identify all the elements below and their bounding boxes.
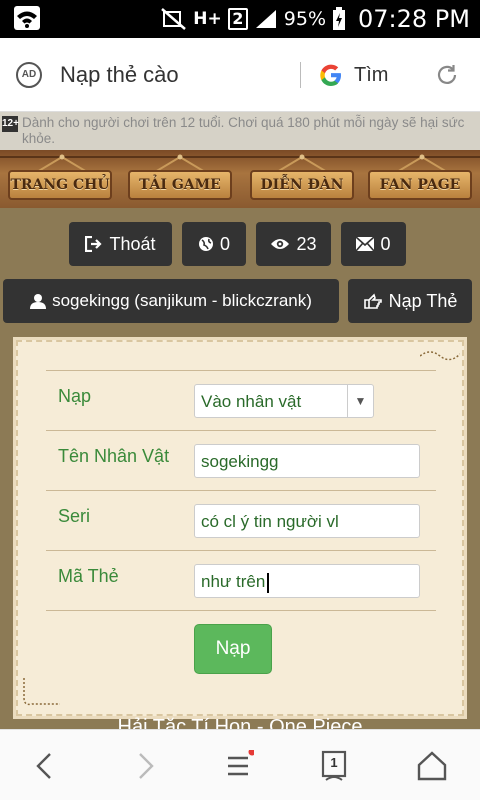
form-row-divider xyxy=(46,490,436,491)
serial-input[interactable]: có cl ý tin người vl xyxy=(194,504,420,538)
address-divider xyxy=(300,62,301,88)
form-row-divider xyxy=(46,610,436,611)
wifi-icon xyxy=(14,6,40,30)
globe-button[interactable]: 0 xyxy=(182,222,246,266)
recharge-label: Nạp Thẻ xyxy=(388,290,458,311)
corner-ornament xyxy=(23,678,60,706)
nav-forum[interactable]: DIỄN ĐÀN xyxy=(250,170,354,200)
card-code-value: như trên xyxy=(201,572,266,591)
google-icon[interactable] xyxy=(318,62,344,88)
nav-fan-page[interactable]: FAN PAGE xyxy=(368,170,472,200)
page-content: 12+ Dành cho người chơi trên 12 tuổi. Ch… xyxy=(0,112,480,729)
character-name-label: Tên Nhân Vật xyxy=(58,446,170,466)
hand-point-icon xyxy=(363,293,382,309)
reload-icon[interactable] xyxy=(434,62,460,88)
recharge-button[interactable]: Nạp Thẻ xyxy=(348,279,472,323)
status-bar: H+ 2 95% 07:28 PM xyxy=(0,0,480,38)
corner-ornament xyxy=(420,351,460,361)
search-button[interactable]: Tìm xyxy=(354,64,388,87)
status-indicators: H+ 2 95% 07:28 PM xyxy=(161,4,470,34)
text-caret xyxy=(267,572,270,593)
network-type-label: H+ xyxy=(193,9,222,29)
user-icon xyxy=(30,294,47,309)
logout-button[interactable]: Thoát xyxy=(69,222,172,266)
home-icon[interactable] xyxy=(416,750,448,782)
views-count: 23 xyxy=(296,233,317,254)
site-footer-title: Hải Tặc Tí Hon - One Piece xyxy=(117,716,363,729)
age-notice-text: Dành cho người chơi trên 12 tuổi. Chơi q… xyxy=(22,115,465,146)
logout-label: Thoát xyxy=(109,233,156,254)
views-button[interactable]: 23 xyxy=(256,222,331,266)
form-row-divider xyxy=(46,370,436,371)
chevron-down-icon: ▼ xyxy=(347,385,373,417)
recharge-form-panel: Nạp Vào nhân vật ▼ Tên Nhân Vật sogeking… xyxy=(13,337,467,719)
sim-slot-badge: 2 xyxy=(227,8,248,30)
clock: 07:28 PM xyxy=(358,5,470,33)
recharge-target-label: Nạp xyxy=(58,386,92,406)
form-row-divider xyxy=(46,430,436,431)
adblock-icon[interactable]: AD xyxy=(16,62,42,88)
submit-button[interactable]: Nạp xyxy=(194,624,272,674)
age-notice: 12+ Dành cho người chơi trên 12 tuổi. Ch… xyxy=(0,112,480,150)
form-row-divider xyxy=(46,550,436,551)
logout-icon xyxy=(85,236,103,252)
mail-icon xyxy=(356,237,375,251)
battery-percent: 95% xyxy=(283,8,327,30)
browser-bottom-nav: 1 xyxy=(0,729,480,800)
user-label: sogekingg (sanjikum - blickczrank) xyxy=(52,291,312,310)
tabs-button[interactable]: 1 xyxy=(318,750,350,782)
page-title[interactable]: Nạp thẻ cào xyxy=(60,62,179,88)
forward-icon[interactable] xyxy=(128,750,160,782)
menu-icon[interactable] xyxy=(222,750,254,782)
back-icon[interactable] xyxy=(30,750,62,782)
browser-address-bar: AD Nạp thẻ cào Tìm xyxy=(0,38,480,112)
nav-download-game[interactable]: TẢI GAME xyxy=(128,170,232,200)
recharge-target-value: Vào nhân vật xyxy=(201,392,302,411)
recharge-target-select[interactable]: Vào nhân vật ▼ xyxy=(194,384,374,418)
tabs-count: 1 xyxy=(330,755,338,770)
character-name-input[interactable]: sogekingg xyxy=(194,444,420,478)
serial-label: Seri xyxy=(58,506,91,526)
globe-count: 0 xyxy=(219,233,230,254)
card-code-input[interactable]: như trên xyxy=(194,564,420,598)
battery-charging-icon xyxy=(333,7,346,30)
nav-home[interactable]: TRANG CHỦ xyxy=(8,170,112,200)
mute-icon xyxy=(161,8,187,30)
card-code-label: Mã Thẻ xyxy=(58,566,119,586)
mail-button[interactable]: 0 xyxy=(341,222,406,266)
eye-icon xyxy=(271,239,290,249)
signal-icon xyxy=(255,10,276,28)
mail-count: 0 xyxy=(380,233,391,254)
age-rating-badge: 12+ xyxy=(2,116,19,132)
user-account-button[interactable]: sogekingg (sanjikum - blickczrank) xyxy=(3,279,339,323)
globe-icon xyxy=(198,237,213,251)
